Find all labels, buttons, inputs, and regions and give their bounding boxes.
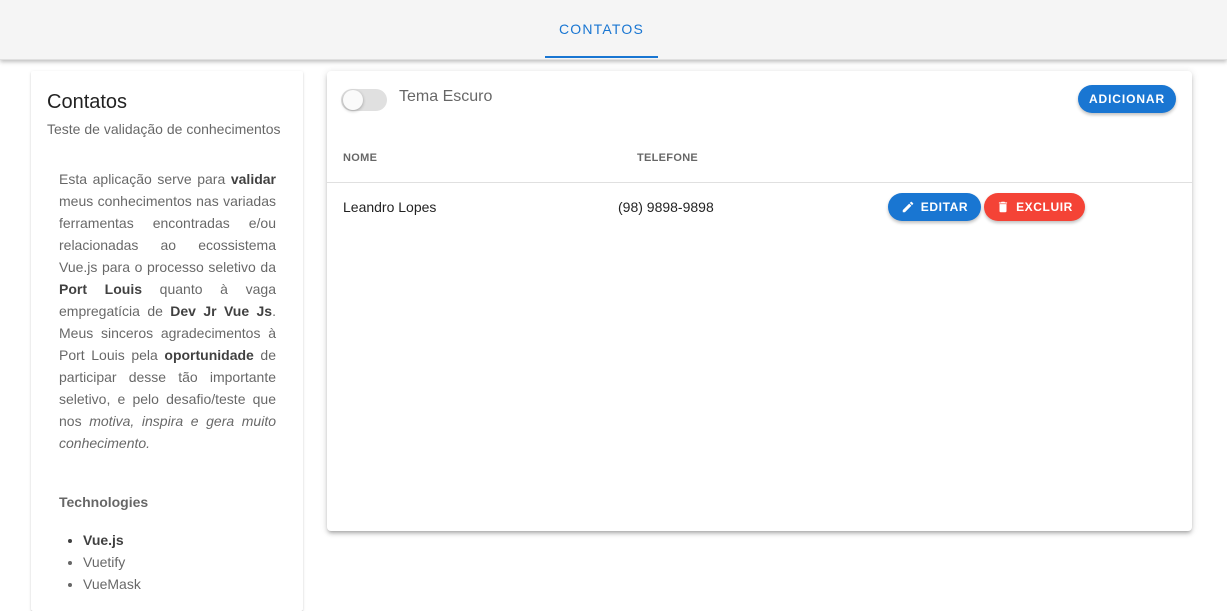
column-header-phone[interactable]: TELEFONE: [637, 152, 698, 164]
edit-button-label: EDITAR: [920, 200, 969, 214]
technology-item: VueMask: [83, 573, 141, 595]
technology-item: Vue.js: [83, 529, 141, 551]
dark-theme-label[interactable]: Tema Escuro: [399, 88, 492, 106]
trash-icon: [996, 200, 1010, 214]
contact-phone-cell: (98) 9898-9898: [618, 199, 714, 215]
technologies-list: Vue.js Vuetify VueMask: [83, 529, 141, 595]
pencil-icon: [901, 200, 915, 214]
delete-button-label: EXCLUIR: [1016, 200, 1073, 214]
switch-thumb: [343, 90, 363, 110]
column-header-name[interactable]: NOME: [343, 152, 377, 164]
contacts-card: Tema Escuro ADICIONAR NOME TELEFONE Lean…: [327, 71, 1192, 531]
delete-button[interactable]: EXCLUIR: [984, 193, 1085, 221]
technology-item: Vuetify: [83, 551, 141, 573]
table-header-divider: [327, 182, 1192, 183]
info-sidebar-card: Contatos Teste de validação de conhecime…: [31, 71, 303, 611]
sidebar-subtitle: Teste de validação de conhecimentos: [47, 121, 281, 137]
sidebar-description: Esta aplicação serve para validar meus c…: [59, 171, 277, 451]
add-contact-button[interactable]: ADICIONAR: [1078, 85, 1176, 113]
edit-button[interactable]: EDITAR: [888, 193, 981, 221]
top-app-bar: CONTATOS: [0, 0, 1227, 60]
contact-name-cell: Leandro Lopes: [343, 199, 437, 215]
sidebar-title: Contatos: [47, 91, 128, 113]
dark-theme-switch[interactable]: [341, 89, 387, 111]
technologies-title: Technologies: [59, 494, 149, 510]
active-tab-indicator: [545, 56, 658, 58]
tab-contatos[interactable]: CONTATOS: [545, 0, 658, 58]
